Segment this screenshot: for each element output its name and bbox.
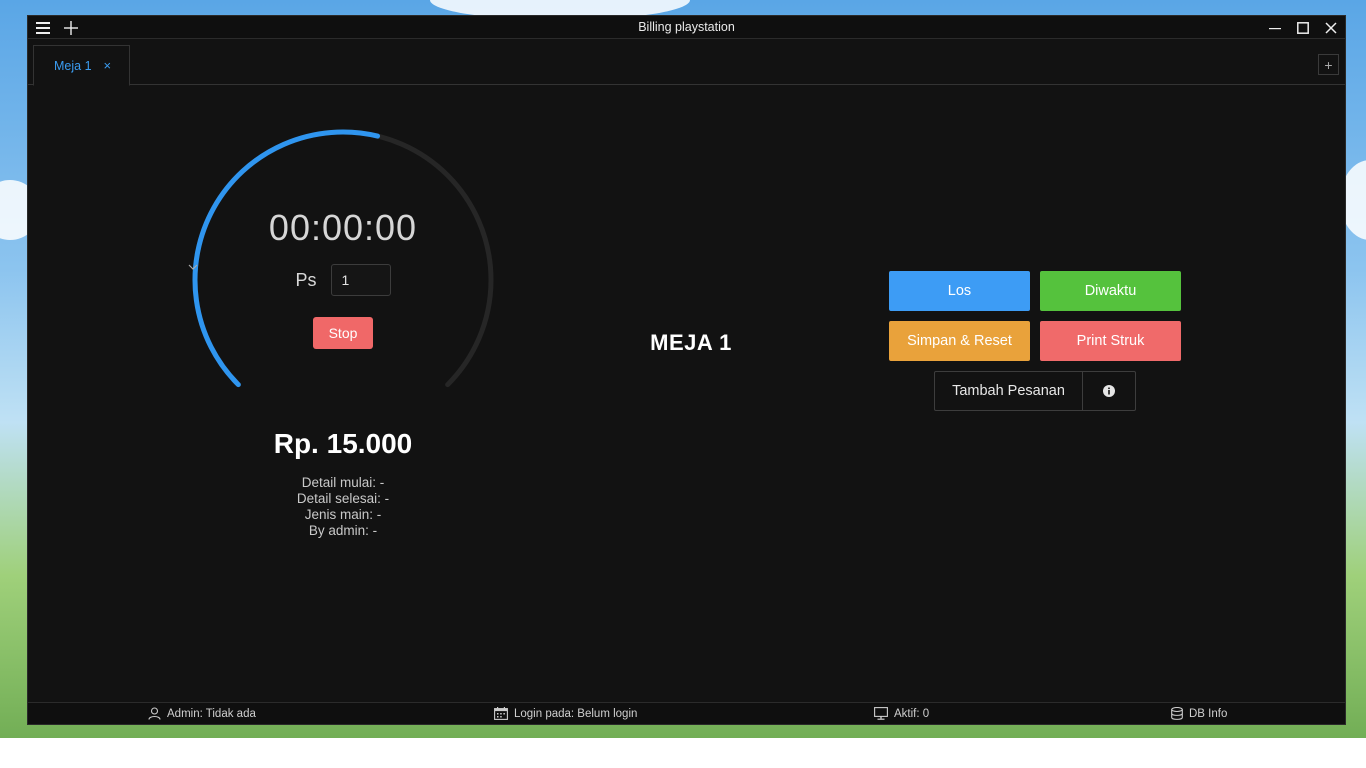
database-icon <box>1171 707 1183 720</box>
status-login: Login pada: Belum login <box>494 707 637 720</box>
timer-gauge: 00:00:00 Ps 1 Stop <box>188 125 498 445</box>
window-title: Billing playstation <box>638 20 735 34</box>
main-content: 00:00:00 Ps 1 Stop Rp. 15.000 Detail mul… <box>28 85 1345 702</box>
tambah-pesanan-button[interactable]: Tambah Pesanan <box>935 372 1083 410</box>
status-bar: Admin: Tidak ada Login pada: Belum login… <box>28 702 1345 724</box>
detail-end: Detail selesai: - <box>296 491 390 506</box>
detail-start: Detail mulai: - <box>301 475 385 490</box>
app-window: Billing playstation Meja 1 × + 00:00:00 … <box>27 15 1346 725</box>
simpan-reset-button[interactable]: Simpan & Reset <box>889 321 1030 361</box>
plus-icon[interactable] <box>62 19 80 37</box>
tab-bar: Meja 1 × + <box>28 39 1345 86</box>
diwaktu-button[interactable]: Diwaktu <box>1040 271 1181 311</box>
desktop-bottom-strip <box>0 738 1366 768</box>
tab-meja-1[interactable]: Meja 1 × <box>33 45 130 86</box>
table-name: MEJA 1 <box>650 330 732 355</box>
title-bar: Billing playstation <box>28 16 1345 39</box>
timer-display: 00:00:00 <box>268 207 418 248</box>
user-icon <box>148 707 161 720</box>
status-db[interactable]: DB Info <box>1171 707 1227 720</box>
detail-play-type: Jenis main: - <box>304 507 382 522</box>
monitor-icon <box>874 707 888 720</box>
calendar-icon <box>494 707 508 720</box>
close-icon[interactable] <box>1321 18 1341 37</box>
detail-admin: By admin: - <box>308 523 378 538</box>
status-login-text: Login pada: Belum login <box>514 707 638 720</box>
order-group: Tambah Pesanan <box>934 371 1136 411</box>
price-display: Rp. 15.000 <box>273 428 413 459</box>
status-admin: Admin: Tidak ada <box>148 707 256 720</box>
tab-close-icon[interactable]: × <box>104 58 112 73</box>
ps-row: Ps 1 <box>188 264 498 296</box>
stop-button[interactable]: Stop <box>313 317 373 349</box>
status-db-text: DB Info <box>1189 707 1228 720</box>
hamburger-icon[interactable] <box>34 19 52 37</box>
minimize-icon[interactable] <box>1265 18 1285 37</box>
print-struk-button[interactable]: Print Struk <box>1040 321 1181 361</box>
ps-select[interactable]: 1 <box>188 264 391 296</box>
los-button[interactable]: Los <box>889 271 1030 311</box>
status-aktif: Aktif: 0 <box>874 707 929 720</box>
ps-selected-value: 1 <box>341 272 350 288</box>
info-icon[interactable] <box>1083 372 1135 410</box>
tab-label: Meja 1 <box>54 58 92 73</box>
maximize-icon[interactable] <box>1293 18 1313 37</box>
status-admin-text: Admin: Tidak ada <box>167 707 256 720</box>
ps-label: Ps <box>295 269 317 290</box>
chevron-down-icon <box>188 264 198 270</box>
status-aktif-text: Aktif: 0 <box>894 707 930 720</box>
add-tab-button[interactable]: + <box>1318 54 1339 75</box>
session-details: Detail mulai: - Detail selesai: - Jenis … <box>188 475 498 539</box>
